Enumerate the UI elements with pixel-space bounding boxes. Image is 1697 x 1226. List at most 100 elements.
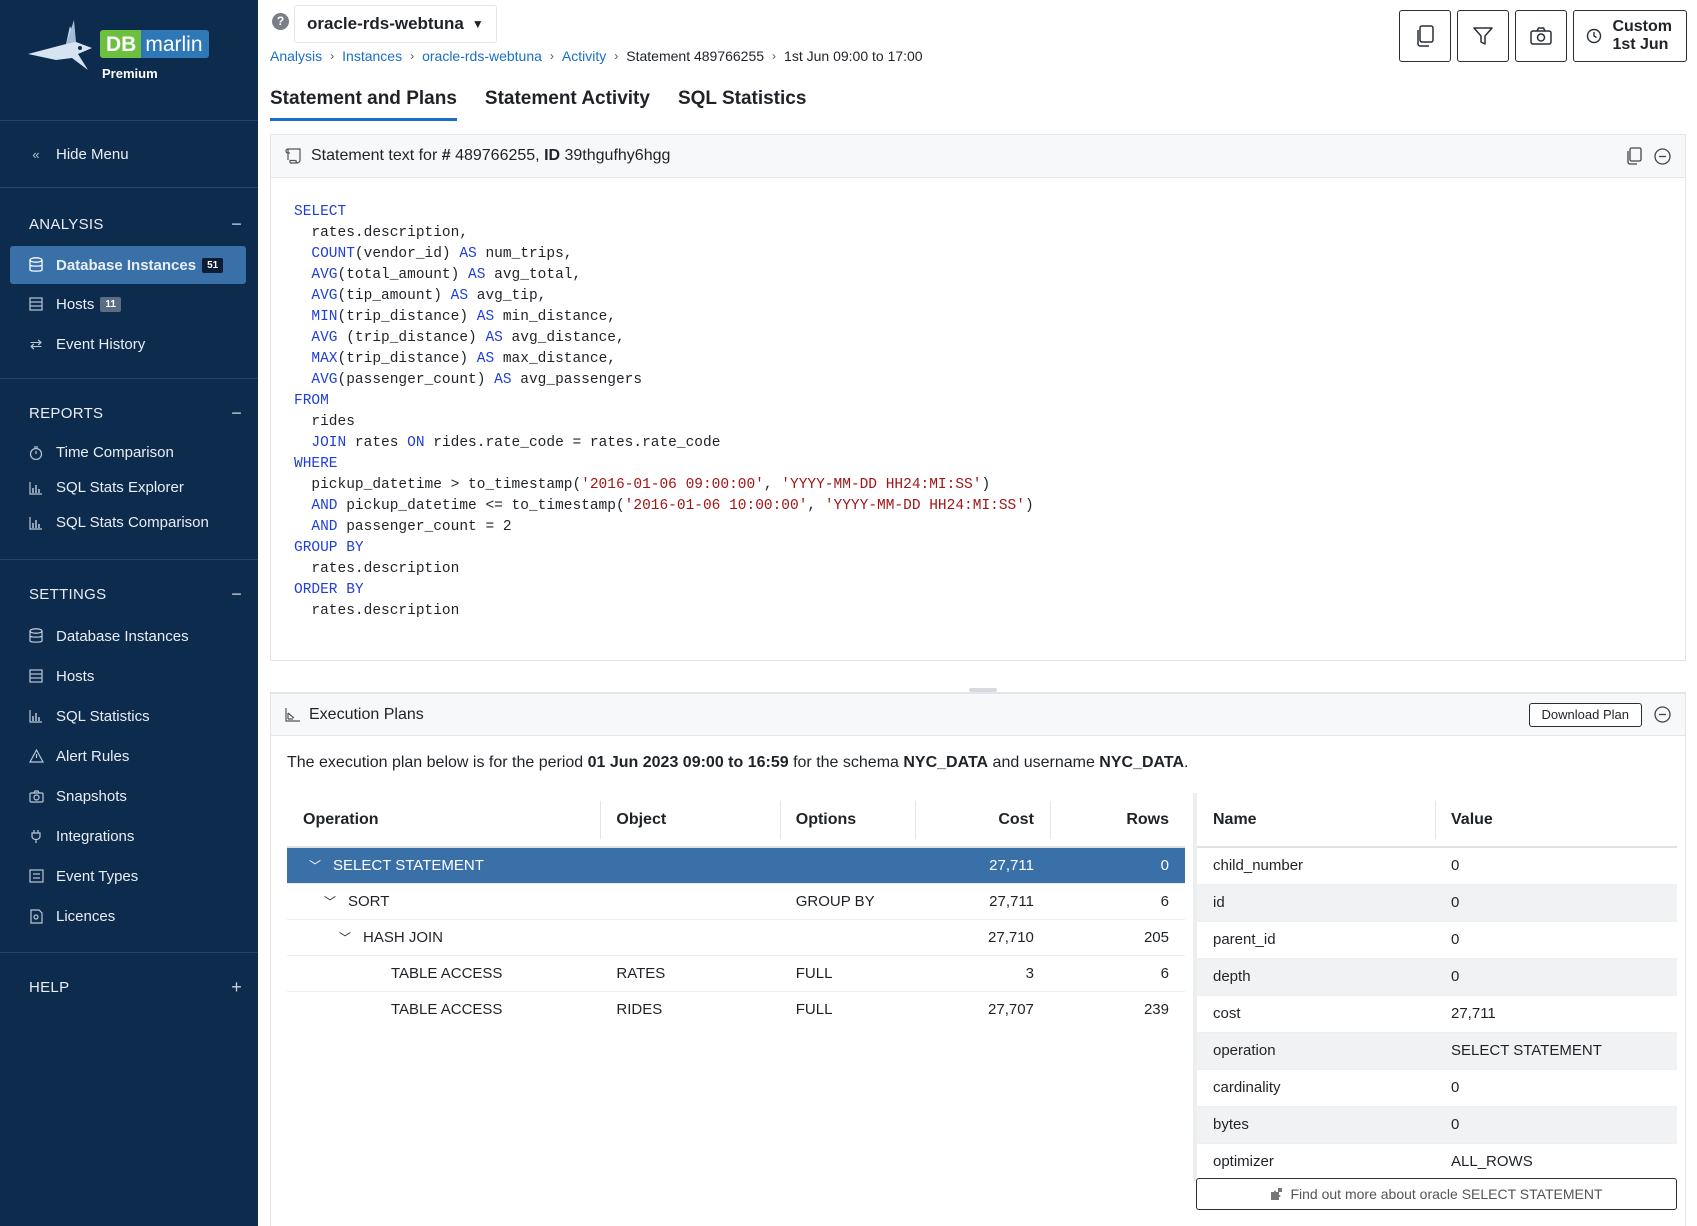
property-value: 0 — [1435, 1069, 1677, 1107]
warning-triangle-icon — [28, 748, 44, 764]
table-row[interactable]: ﹀ HASH JOIN 27,710 205 — [287, 919, 1185, 956]
object-cell — [600, 919, 780, 956]
sidebar-item-settings-database-instances[interactable]: Database Instances — [0, 616, 258, 656]
bar-chart-icon — [28, 480, 44, 496]
statement-title: Statement text for # 489766255, ID 39thg… — [311, 147, 670, 165]
time-range-button[interactable]: Custom 1st Jun — [1573, 10, 1687, 62]
object-cell — [600, 847, 780, 884]
collapse-circle-icon[interactable] — [1654, 147, 1671, 165]
sidebar-item-settings-alert-rules[interactable]: Alert Rules — [0, 736, 258, 776]
logo[interactable]: DB marlin Premium — [0, 0, 258, 121]
copy-button[interactable] — [1399, 10, 1452, 62]
chevron-right-icon: › — [772, 49, 777, 63]
collapse-icon[interactable]: − — [231, 584, 242, 605]
column-header-cost[interactable]: Cost — [914, 793, 1050, 848]
brand-tier: Premium — [102, 66, 158, 81]
instance-select[interactable]: oracle-rds-webtuna ▼ — [294, 5, 497, 43]
sidebar-item-hosts[interactable]: Hosts 11 — [0, 284, 258, 324]
section-reports[interactable]: REPORTS − — [0, 391, 258, 435]
rows-cell: 239 — [1143, 1000, 1169, 1018]
sidebar-item-settings-snapshots[interactable]: Snapshots — [0, 776, 258, 816]
object-cell: RIDES — [616, 1000, 663, 1018]
chevron-down-icon[interactable]: ﹀ — [309, 857, 323, 874]
column-header-rows[interactable]: Rows — [1049, 793, 1185, 848]
sidebar-item-label: SQL Statistics — [56, 707, 150, 725]
collapse-icon[interactable]: − — [231, 403, 242, 424]
copy-icon — [1417, 25, 1435, 47]
tab-statement-and-plans[interactable]: Statement and Plans — [270, 88, 457, 121]
double-chevron-left-icon: « — [32, 146, 40, 162]
property-row: cost 27,711 — [1195, 995, 1677, 1033]
sidebar-item-sql-stats-explorer[interactable]: SQL Stats Explorer — [0, 470, 258, 505]
tab-statement-activity[interactable]: Statement Activity — [485, 88, 650, 121]
sidebar-item-settings-hosts[interactable]: Hosts — [0, 656, 258, 696]
plan-desc-text: for the schema — [788, 754, 904, 771]
sidebar-item-settings-sql-statistics[interactable]: SQL Statistics — [0, 696, 258, 736]
breadcrumb-activity[interactable]: Activity — [562, 48, 606, 64]
chevron-down-icon[interactable]: ﹀ — [339, 929, 353, 946]
plan-desc-text: . — [1184, 754, 1189, 771]
section-reports-title: REPORTS — [29, 404, 104, 422]
sidebar-item-label: Event Types — [56, 867, 139, 885]
sidebar-item-label: Database Instances — [56, 256, 197, 274]
sql-statement-text[interactable]: SELECT rates.description, COUNT(vendor_i… — [271, 178, 1685, 646]
column-header-object[interactable]: Object — [600, 793, 780, 848]
breadcrumb-instances[interactable]: Instances — [342, 48, 402, 64]
statement-panel-header: Statement text for # 489766255, ID 39thg… — [271, 135, 1685, 178]
plan-properties-table: Name Value child_number 0 id 0 parent_id 0 … — [1193, 793, 1677, 1181]
sidebar-item-settings-event-types[interactable]: Event Types — [0, 856, 258, 896]
sidebar-item-label: Snapshots — [56, 787, 127, 805]
collapse-icon[interactable]: − — [231, 214, 242, 235]
property-row: parent_id 0 — [1195, 921, 1677, 959]
find-out-more-button[interactable]: Find out more about oracle SELECT STATEM… — [1196, 1178, 1677, 1210]
list-icon — [28, 868, 44, 884]
column-header-options[interactable]: Options — [779, 793, 915, 848]
breadcrumb: Analysis › Instances › oracle-rds-webtun… — [270, 48, 923, 64]
column-header-operation[interactable]: Operation — [287, 793, 601, 848]
collapse-circle-icon[interactable] — [1654, 706, 1671, 723]
operation-cell: ﹀ HASH JOIN — [287, 919, 601, 956]
sidebar-item-database-instances[interactable]: Database Instances 51 — [10, 246, 246, 284]
property-value: 0 — [1435, 847, 1677, 885]
sidebar-item-settings-licences[interactable]: Licences — [0, 896, 258, 936]
property-name: cost — [1195, 995, 1435, 1033]
sidebar-item-time-comparison[interactable]: Time Comparison — [0, 435, 258, 470]
section-analysis[interactable]: ANALYSIS − — [0, 202, 258, 246]
section-analysis-title: ANALYSIS — [29, 215, 104, 233]
property-name: operation — [1195, 1032, 1435, 1070]
section-settings[interactable]: SETTINGS − — [0, 572, 258, 616]
chevron-down-icon[interactable]: ﹀ — [324, 893, 338, 910]
time-range-date: 1st Jun — [1612, 36, 1669, 53]
table-row[interactable]: ﹀ SELECT STATEMENT 27,711 0 — [287, 847, 1185, 884]
help-icon[interactable]: ? — [272, 13, 289, 30]
plan-desc-text: and username — [988, 754, 1100, 771]
breadcrumb-instance[interactable]: oracle-rds-webtuna — [422, 48, 542, 64]
table-row[interactable]: TABLE ACCESS RIDES FULL 27,707 239 — [287, 991, 1185, 1027]
filter-button[interactable] — [1457, 10, 1510, 62]
plan-schema: NYC_DATA — [903, 754, 989, 771]
breadcrumb-analysis[interactable]: Analysis — [270, 48, 322, 64]
table-row[interactable]: ﹀ SORT GROUP BY 27,711 6 — [287, 883, 1185, 920]
property-name: optimizer — [1195, 1143, 1435, 1181]
snapshot-button[interactable] — [1515, 10, 1568, 62]
property-value: 27,711 — [1435, 995, 1677, 1033]
sidebar-item-event-history[interactable]: ⇄ Event History — [0, 324, 258, 364]
sidebar-item-sql-stats-comparison[interactable]: SQL Stats Comparison — [0, 505, 258, 540]
database-icon — [28, 257, 44, 273]
table-row[interactable]: TABLE ACCESS RATES FULL 3 6 — [287, 955, 1185, 992]
sidebar-item-settings-integrations[interactable]: Integrations — [0, 816, 258, 856]
column-header-value[interactable]: Value — [1435, 793, 1677, 848]
download-plan-button[interactable]: Download Plan — [1528, 702, 1642, 727]
statement-title-prefix: Statement text for — [311, 147, 442, 164]
main-content: ? oracle-rds-webtuna ▼ Analysis › Instan… — [258, 0, 1697, 1226]
execution-plans-title: Execution Plans — [309, 705, 424, 723]
copy-icon[interactable] — [1626, 147, 1642, 165]
expand-icon[interactable]: + — [231, 977, 242, 998]
chevron-right-icon: › — [330, 49, 335, 63]
hide-menu-button[interactable]: « Hide Menu — [0, 136, 258, 172]
section-help[interactable]: HELP + — [0, 965, 258, 1009]
tab-sql-statistics[interactable]: SQL Statistics — [678, 88, 806, 121]
breadcrumb-statement: Statement 489766255 — [626, 48, 765, 64]
section-help-title: HELP — [29, 978, 70, 996]
column-header-name[interactable]: Name — [1195, 793, 1435, 848]
